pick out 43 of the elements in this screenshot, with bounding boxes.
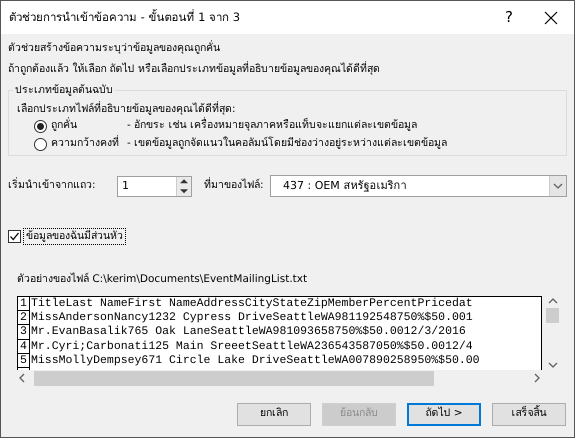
option-description: - อักขระ เช่น เครื่องหมายจุลภาคหรือแท็บจะแยกแต่ละเขตข้อมูล xyxy=(127,118,417,134)
preview-line: Mr.Cyri;Carbonati125 Main SreeetSeattleWA236543587050%$50.0012/4 xyxy=(30,340,473,354)
line-number: 3 xyxy=(18,325,30,340)
preview-line: Mr.EvanBasalik765 Oak LaneSeattleWA981093658750%$50.0012/3/2016 xyxy=(30,325,466,340)
preview-line: MissAndersonNancy1232 Cypress DriveSeattleWA981192548750%$50.001 xyxy=(30,311,473,326)
preview-line: MissMollyDempsey671 Circle Lake DriveSeattleWA007890258950%$50.00 xyxy=(30,354,480,368)
line-number: 1 xyxy=(18,296,30,312)
scroll-left-icon[interactable] xyxy=(17,373,27,384)
field-label: เริ่มนำเข้าจากแถว: xyxy=(8,178,97,194)
line-number: 2 xyxy=(18,311,30,326)
option-description: - เขตข้อมูลถูกจัดแนวในคอลัมน์โดยมีช่องว่างอยู่ระหว่างแต่ละเขตข้อมูล xyxy=(127,136,448,152)
radio-label[interactable]: ความกว้างคงที่ xyxy=(47,136,127,152)
group-prompt: เลือกประเภทไฟล์ที่อธิบายข้อมูลของคุณได้ดีที่สุด: xyxy=(17,101,237,117)
group-legend: ประเภทข้อมูลต้นฉบับ xyxy=(13,83,115,99)
radio-button[interactable] xyxy=(34,138,47,150)
radio-button[interactable] xyxy=(34,120,47,132)
scroll-up-icon[interactable] xyxy=(548,296,558,306)
file-origin-dropdown[interactable]: 437 : OEM สหรัฐอเมริกา xyxy=(270,175,567,197)
chevron-down-icon[interactable] xyxy=(553,181,563,191)
dialog-button[interactable]: ยกเลิก xyxy=(237,402,311,426)
instruction-text: ตัวช่วยสร้างข้อความระบุว่าข้อมูลของคุณถูกคั่น xyxy=(8,39,221,56)
scroll-down-icon[interactable] xyxy=(548,360,558,370)
checkbox[interactable] xyxy=(8,230,21,243)
radio-label[interactable]: ถูกคั่น xyxy=(47,118,127,134)
field-label: ที่มาของไฟล์: xyxy=(204,178,265,194)
dropdown-value: 437 : OEM สหรัฐอเมริกา xyxy=(282,178,408,194)
dialog-button[interactable]: ถัดไป > xyxy=(407,402,481,426)
close-icon xyxy=(544,10,558,24)
preview-line: TitleLast NameFirst NameAddressCityStateZipMemberPercentPricedat xyxy=(30,296,473,312)
dialog-button[interactable]: เสร็จสิ้น xyxy=(492,402,566,426)
spinner-value: 1 xyxy=(121,178,130,194)
help-button[interactable]: ? xyxy=(494,2,524,32)
scroll-thumb[interactable] xyxy=(546,308,559,323)
line-number: 4 xyxy=(18,340,30,354)
preview-label: ตัวอย่างของไฟล์ C:\kerim\Documents\EventMailingList.txt xyxy=(16,272,308,287)
up-arrow-icon[interactable] xyxy=(177,176,191,186)
checkbox-label[interactable]: ข้อมูลของฉันมีส่วนหัว xyxy=(23,228,126,245)
start-row-spinner[interactable]: 1 xyxy=(117,176,192,196)
scroll-right-icon[interactable] xyxy=(532,373,542,384)
line-number: 5 xyxy=(18,354,30,368)
instruction-text: ถ้าถูกต้องแล้ว ให้เลือก ถัดไป หรือเลือกประเภทข้อมูลที่อธิบายข้อมูลของคุณได้ดีที่สุด xyxy=(8,60,382,77)
scroll-thumb[interactable] xyxy=(34,370,434,386)
window-title: ตัวช่วยการนำเข้าข้อความ - ขั้นตอนที่ 1 จาก 3 xyxy=(9,8,240,26)
